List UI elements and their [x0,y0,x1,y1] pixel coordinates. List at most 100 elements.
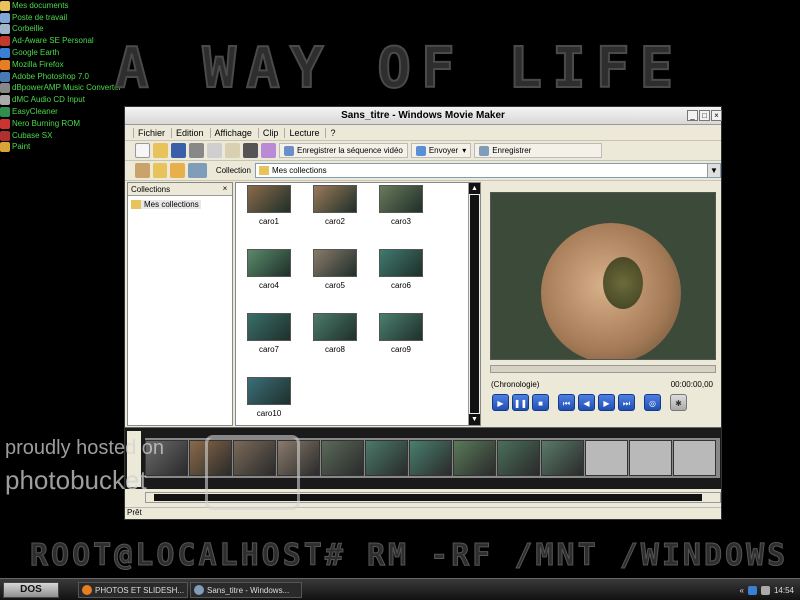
volume-icon[interactable] [760,585,770,595]
clip-item[interactable]: caro7 [246,313,292,354]
clip-item[interactable]: caro9 [378,313,424,354]
next-icon[interactable]: ⏭ [618,394,635,411]
storyboard-clip[interactable] [453,440,496,476]
clip-item[interactable]: caro5 [312,249,358,290]
task-photos[interactable]: PHOTOS ET SLIDESH... [78,582,188,598]
properties-icon[interactable] [261,143,276,158]
task-label: Sans_titre - Windows... [207,585,290,595]
desktop-icon[interactable]: Ad-Aware SE Personal [0,35,120,47]
storyboard-clip[interactable] [497,440,540,476]
start-button[interactable]: DOS [3,582,59,598]
storyboard-clip[interactable] [365,440,408,476]
chevron-down-icon[interactable]: ▼ [707,164,720,177]
desktop-icon[interactable]: Mes documents [0,0,120,12]
storyboard-empty-slot[interactable] [629,440,672,476]
cut-icon[interactable] [189,143,204,158]
shortcut-icon [0,59,10,70]
task-label: PHOTOS ET SLIDESH... [95,585,185,595]
delete-icon[interactable] [243,143,258,158]
playback-controls: ▶ ❚❚ ■ ⏮ ◀ ▶ ⏭ ◎ ✱ [492,394,690,411]
storyboard-clip[interactable] [409,440,452,476]
clip-thumbnail [247,185,291,213]
desktop-icon-label: Cubase SX [12,130,53,140]
send-button[interactable]: Envoyer ▾ [410,143,472,158]
task-movie-maker[interactable]: Sans_titre - Windows... [190,582,302,598]
fullscreen-icon[interactable]: ◎ [644,394,661,411]
previous-icon[interactable]: ⏮ [558,394,575,411]
storyboard-empty-slot[interactable] [585,440,628,476]
clip-thumbnail [379,249,423,277]
desktop-icon[interactable]: Cubase SX [0,130,120,142]
copy-icon[interactable] [207,143,222,158]
maximize-button[interactable]: □ [699,110,710,121]
clip-item[interactable]: caro8 [312,313,358,354]
clip-name: caro8 [324,345,345,354]
shortcut-icon [0,71,10,82]
menu-edition[interactable]: Edition [171,127,208,138]
collections-pane-header: Collections × [128,183,232,196]
stop-icon[interactable]: ■ [532,394,549,411]
tray-chevron[interactable]: « [740,586,744,595]
clips-scrollbar[interactable]: ▲ ▼ [468,183,480,425]
pause-icon[interactable]: ❚❚ [512,394,529,411]
scroll-thumb[interactable] [470,195,479,413]
clip-item[interactable]: caro6 [378,249,424,290]
paste-icon[interactable] [225,143,240,158]
rewind-icon[interactable]: ◀ [578,394,595,411]
desktop-icon[interactable]: Mozilla Firefox [0,59,120,71]
desktop-icon-label: Nero Burning ROM [12,118,81,128]
desktop-icon[interactable]: dMC Audio CD Input [0,94,120,106]
view-menu-icon[interactable] [187,163,207,178]
forward-icon[interactable]: ▶ [598,394,615,411]
system-tray: « 14:54 [730,582,798,598]
clip-name: caro6 [390,281,411,290]
desktop-icon[interactable]: Adobe Photoshop 7.0 [0,71,120,83]
save-project-icon[interactable] [171,143,186,158]
open-project-icon[interactable] [153,143,168,158]
scroll-down-icon[interactable]: ▼ [469,414,480,425]
seek-bar[interactable] [490,365,716,373]
split-icon[interactable]: ✱ [670,394,687,411]
scroll-up-icon[interactable]: ▲ [469,183,480,194]
desktop-icon[interactable]: Poste de travail [0,12,120,24]
network-icon[interactable] [747,585,757,595]
record-button[interactable]: Enregistrer [474,143,603,158]
desktop-icon[interactable]: Nero Burning ROM [0,118,120,130]
menu-help[interactable]: ? [325,127,339,138]
new-project-icon[interactable] [135,143,150,158]
desktop-icon[interactable]: EasyCleaner [0,106,120,118]
wallpaper-text-bottom: ROOT@LOCALHOST# RM -RF /MNT /WINDOWS [29,538,789,574]
menu-lecture[interactable]: Lecture [284,127,323,138]
up-folder-icon[interactable] [170,163,185,178]
desktop-icon[interactable]: Paint [0,142,120,154]
clip-item[interactable]: caro2 [312,185,358,226]
clip-item[interactable]: caro1 [246,185,292,226]
storyboard-empty-slot[interactable] [673,440,716,476]
close-button[interactable]: × [711,110,722,121]
collections-icon[interactable] [152,163,167,178]
close-icon[interactable]: × [220,184,230,194]
save-movie-button[interactable]: Enregistrer la séquence vidéo [279,143,408,158]
menu-affichage[interactable]: Affichage [209,127,256,138]
collection-select[interactable]: Mes collections ▼ [254,163,721,178]
clip-item[interactable]: caro3 [378,185,424,226]
tasks-icon[interactable] [135,163,150,178]
clip-name: caro10 [256,409,282,418]
desktop-icon[interactable]: Corbeille [0,24,120,36]
storyboard-clip[interactable] [541,440,584,476]
timecode: 00:00:00,00 [670,380,713,389]
tree-item-mes-collections[interactable]: Mes collections [131,200,201,209]
menu-fichier[interactable]: Fichier [133,127,169,138]
storyboard-clip[interactable] [321,440,364,476]
clip-item[interactable]: caro10 [246,377,292,418]
desktop-icon[interactable]: Google Earth [0,47,120,59]
shortcut-icon [0,48,10,59]
desktop-icon[interactable]: dBpowerAMP Music Converter [0,83,121,95]
title-bar[interactable]: Sans_titre - Windows Movie Maker _ □ × [125,107,722,125]
preview-monitor-pane: (Chronologie) 00:00:00,00 ▶ ❚❚ ■ ⏮ ◀ ▶ ⏭… [485,182,721,426]
play-icon[interactable]: ▶ [492,394,509,411]
desktop-icon-label: Poste de travail [12,12,68,22]
menu-clip[interactable]: Clip [257,127,283,138]
clip-item[interactable]: caro4 [246,249,292,290]
minimize-button[interactable]: _ [687,110,698,121]
